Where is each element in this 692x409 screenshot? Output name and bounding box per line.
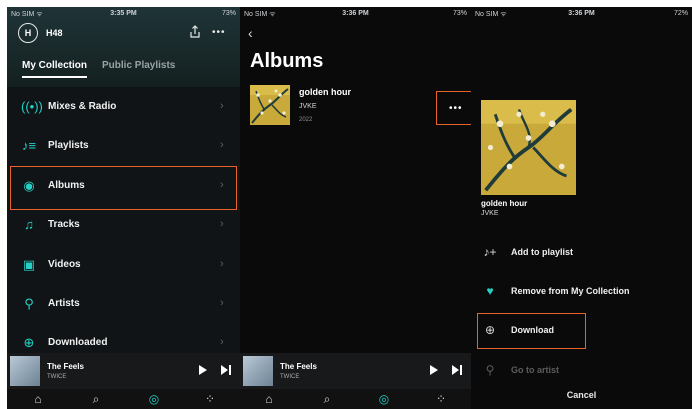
now-playing-artwork (10, 356, 40, 386)
battery-level: 73% (221, 10, 236, 17)
chevron-right-icon: › (220, 139, 224, 151)
username[interactable]: H48 (46, 28, 63, 38)
radio-icon: ((•)) (21, 99, 43, 114)
menu-item-label: Artists (48, 298, 80, 309)
clock: 3:36 PM (568, 10, 595, 17)
menu-item-label: Tracks (48, 219, 80, 230)
chevron-right-icon: › (220, 336, 224, 348)
play-icon[interactable] (199, 365, 207, 375)
download-icon: ⊕ (23, 335, 35, 350)
home-icon[interactable]: ⌂ (31, 392, 45, 406)
menu-item-mixes-radio[interactable]: ((•)) Mixes & Radio › (7, 89, 240, 127)
heart-icon: ♥ (486, 284, 494, 298)
skip-next-icon[interactable] (221, 365, 231, 375)
now-playing-artist: TWICE (47, 374, 67, 380)
chevron-right-icon: › (220, 258, 224, 270)
status-bar: No SIM ᯤ 3:36 PM 73% (240, 7, 471, 21)
almond-blossom-artwork (481, 100, 576, 195)
album-title[interactable]: golden hour (299, 87, 351, 97)
home-icon[interactable]: ⌂ (262, 392, 276, 406)
tab-label: My Collection (22, 60, 88, 71)
almond-blossom-artwork (250, 85, 290, 125)
bottom-tab-bar: ⌂ ⌕ ◎ ⁘ (7, 389, 240, 409)
albums-highlight-box (10, 166, 237, 210)
action-label: Add to playlist (511, 247, 574, 257)
download-highlight-box (477, 313, 586, 349)
video-icon: ▣ (22, 257, 36, 272)
menu-item-videos[interactable]: ▣ Videos › (7, 247, 240, 285)
chevron-right-icon: › (220, 297, 224, 309)
album-artist: JVKE (481, 210, 499, 217)
action-label: Remove from My Collection (511, 286, 630, 296)
share-icon[interactable] (188, 25, 202, 39)
search-icon[interactable]: ⌕ (89, 392, 103, 406)
menu-item-label: Videos (48, 259, 81, 270)
status-bar: No SIM ᯤ 3:35 PM 73% (7, 7, 240, 21)
my-collection-icon[interactable]: ◎ (377, 392, 391, 406)
music-note-icon: ♫ (24, 217, 34, 232)
remove-from-collection-button[interactable]: ♥ Remove from My Collection (471, 276, 692, 306)
albums-screen: No SIM ᯤ 3:36 PM 73% ‹ Albums golden hou… (240, 7, 471, 409)
album-options-sheet: No SIM ᯤ 3:36 PM 72% golden hour JVKE ♪+… (471, 7, 692, 409)
mini-player[interactable]: The Feels TWICE (7, 353, 240, 389)
tab-public-playlists[interactable]: Public Playlists (102, 60, 175, 71)
now-playing-artwork (243, 356, 273, 386)
my-collection-icon[interactable]: ◎ (147, 392, 161, 406)
album-title: golden hour (481, 199, 528, 208)
microphone-icon: ⚲ (485, 363, 495, 377)
chevron-right-icon: › (220, 218, 224, 230)
menu-item-label: Downloaded (48, 337, 108, 348)
clock: 3:35 PM (110, 10, 137, 17)
menu-item-tracks[interactable]: ♫ Tracks › (7, 207, 240, 245)
more-options-icon[interactable]: ••• (212, 27, 226, 38)
mini-player[interactable]: The Feels TWICE (240, 353, 471, 389)
clock: 3:36 PM (342, 10, 369, 17)
back-icon[interactable]: ‹ (248, 25, 253, 41)
action-label: Go to artist (511, 365, 560, 375)
add-to-playlist-icon: ♪+ (483, 245, 497, 259)
now-playing-title: The Feels (280, 362, 317, 371)
battery-level: 73% (452, 10, 467, 17)
album-year: 2022 (299, 117, 313, 123)
collection-screen: No SIM ᯤ 3:35 PM 73% H H48 ••• My Collec… (7, 7, 240, 409)
now-playing-artist: TWICE (280, 374, 300, 380)
tab-underline (22, 76, 88, 78)
search-icon[interactable]: ⌕ (320, 392, 334, 406)
status-bar: No SIM ᯤ 3:36 PM 72% (471, 7, 692, 21)
menu-item-playlists[interactable]: ♪≡ Playlists › (7, 128, 240, 166)
playlist-icon: ♪≡ (21, 138, 37, 153)
battery-level: 72% (673, 10, 688, 17)
menu-item-label: Mixes & Radio (48, 101, 117, 112)
avatar[interactable]: H (18, 23, 38, 43)
options-highlight-box (436, 91, 471, 125)
tidal-logo-icon[interactable]: ⁘ (203, 392, 217, 406)
page-title: Albums (250, 50, 324, 72)
tidal-logo-icon[interactable]: ⁘ (434, 392, 448, 406)
go-to-artist-button[interactable]: ⚲ Go to artist (471, 355, 692, 385)
cancel-button[interactable]: Cancel (471, 390, 692, 400)
add-to-playlist-button[interactable]: ♪+ Add to playlist (471, 237, 692, 267)
now-playing-title: The Feels (47, 362, 84, 371)
chevron-right-icon: › (220, 100, 224, 112)
album-artwork-large (481, 100, 576, 195)
microphone-icon: ⚲ (24, 296, 34, 311)
tab-my-collection[interactable]: My Collection (22, 60, 88, 78)
play-icon[interactable] (430, 365, 438, 375)
bottom-tab-bar: ⌂ ⌕ ◎ ⁘ (240, 389, 471, 409)
skip-next-icon[interactable] (452, 365, 462, 375)
album-artist: JVKE (299, 103, 317, 110)
menu-item-label: Playlists (48, 140, 89, 151)
menu-item-artists[interactable]: ⚲ Artists › (7, 286, 240, 324)
album-artwork[interactable] (250, 85, 290, 125)
